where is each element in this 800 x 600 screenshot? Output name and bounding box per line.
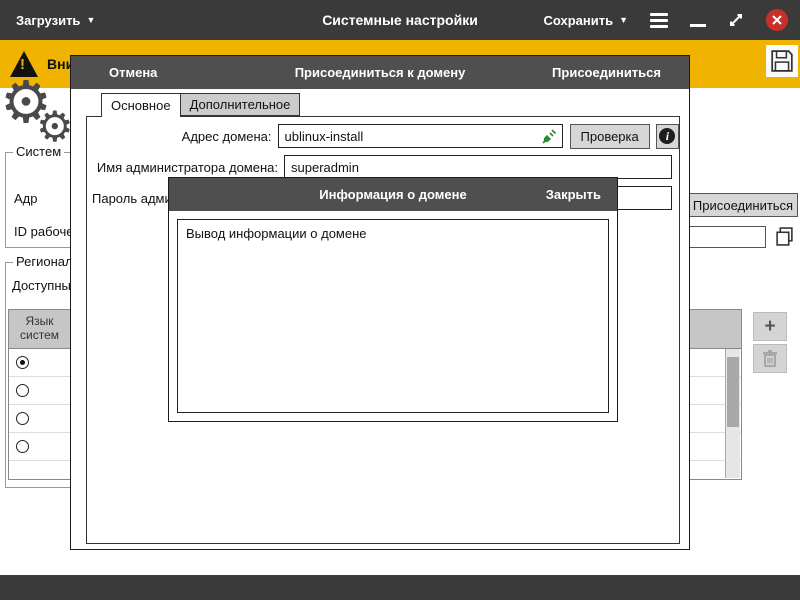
- admin-name-label: Имя администратора домена:: [87, 160, 284, 175]
- admin-name-input[interactable]: [284, 155, 672, 179]
- minimize-button[interactable]: [690, 14, 706, 27]
- footer-bar: [0, 575, 800, 600]
- load-menu-label: Загрузить: [16, 13, 80, 28]
- load-menu-button[interactable]: Загрузить ▼: [16, 13, 95, 28]
- copy-button[interactable]: [770, 222, 798, 250]
- save-menu-button[interactable]: Сохранить ▼: [543, 13, 628, 28]
- join-button[interactable]: Присоединиться: [688, 193, 798, 217]
- scrollbar-thumb[interactable]: [727, 357, 739, 427]
- join-dialog-tabs: Основное Дополнительное: [101, 93, 300, 117]
- minimize-icon: [690, 24, 706, 27]
- titlebar: Загрузить ▼ Системные настройки Сохранит…: [0, 0, 800, 40]
- floppy-icon: [770, 49, 794, 73]
- info-dialog-header: Информация о домене Закрыть: [169, 178, 617, 211]
- language-radio[interactable]: [16, 384, 29, 397]
- close-info-button[interactable]: Закрыть: [546, 187, 601, 202]
- chevron-down-icon: ▼: [619, 16, 628, 25]
- plus-icon: +: [764, 316, 775, 338]
- tab-main[interactable]: Основное: [101, 93, 181, 117]
- language-radio[interactable]: [16, 356, 29, 369]
- hamburger-menu-button[interactable]: [650, 13, 668, 28]
- table-scrollbar[interactable]: [725, 349, 740, 478]
- language-column-header: Язык систем: [9, 310, 71, 348]
- info-icon: i: [659, 128, 675, 144]
- add-language-button[interactable]: +: [753, 312, 787, 341]
- available-languages-label: Доступны: [12, 278, 71, 293]
- resize-button[interactable]: [728, 12, 744, 28]
- info-button[interactable]: i: [656, 124, 679, 149]
- copy-icon: [775, 227, 794, 246]
- workstation-id-label: ID рабоче: [14, 224, 73, 239]
- regional-groupbox-label: Регионал: [13, 254, 76, 269]
- domain-address-label: Адрес домена:: [87, 129, 278, 144]
- save-menu-label: Сохранить: [543, 13, 613, 28]
- gear-icon: ⚙: [36, 106, 74, 148]
- floppy-save-button[interactable]: [766, 45, 798, 77]
- titlebar-actions: Сохранить ▼: [543, 9, 788, 31]
- delete-language-button[interactable]: [753, 344, 787, 373]
- close-button[interactable]: [766, 9, 788, 31]
- resize-expand-icon: [728, 12, 744, 28]
- cancel-button[interactable]: Отмена: [109, 65, 157, 80]
- system-groupbox-label: Систем: [13, 144, 64, 159]
- join-confirm-button[interactable]: Присоединиться: [552, 65, 661, 80]
- address-label: Адр: [14, 191, 38, 206]
- join-dialog-header: Отмена Присоединиться к домену Присоедин…: [71, 56, 689, 89]
- language-radio[interactable]: [16, 412, 29, 425]
- check-button[interactable]: Проверка: [570, 124, 650, 149]
- domain-address-input[interactable]: [278, 124, 563, 148]
- admin-name-row: Имя администратора домена:: [87, 155, 679, 179]
- domain-address-row: Адрес домена: Проверка i: [87, 124, 679, 148]
- domain-info-output: Вывод информации о домене: [177, 219, 609, 413]
- language-radio[interactable]: [16, 440, 29, 453]
- domain-info-dialog: Информация о домене Закрыть Вывод информ…: [168, 177, 618, 422]
- chevron-down-icon: ▼: [86, 16, 95, 25]
- hamburger-icon: [650, 13, 668, 28]
- tab-additional[interactable]: Дополнительное: [180, 93, 301, 116]
- trash-icon: [763, 350, 777, 367]
- close-icon: [772, 15, 782, 25]
